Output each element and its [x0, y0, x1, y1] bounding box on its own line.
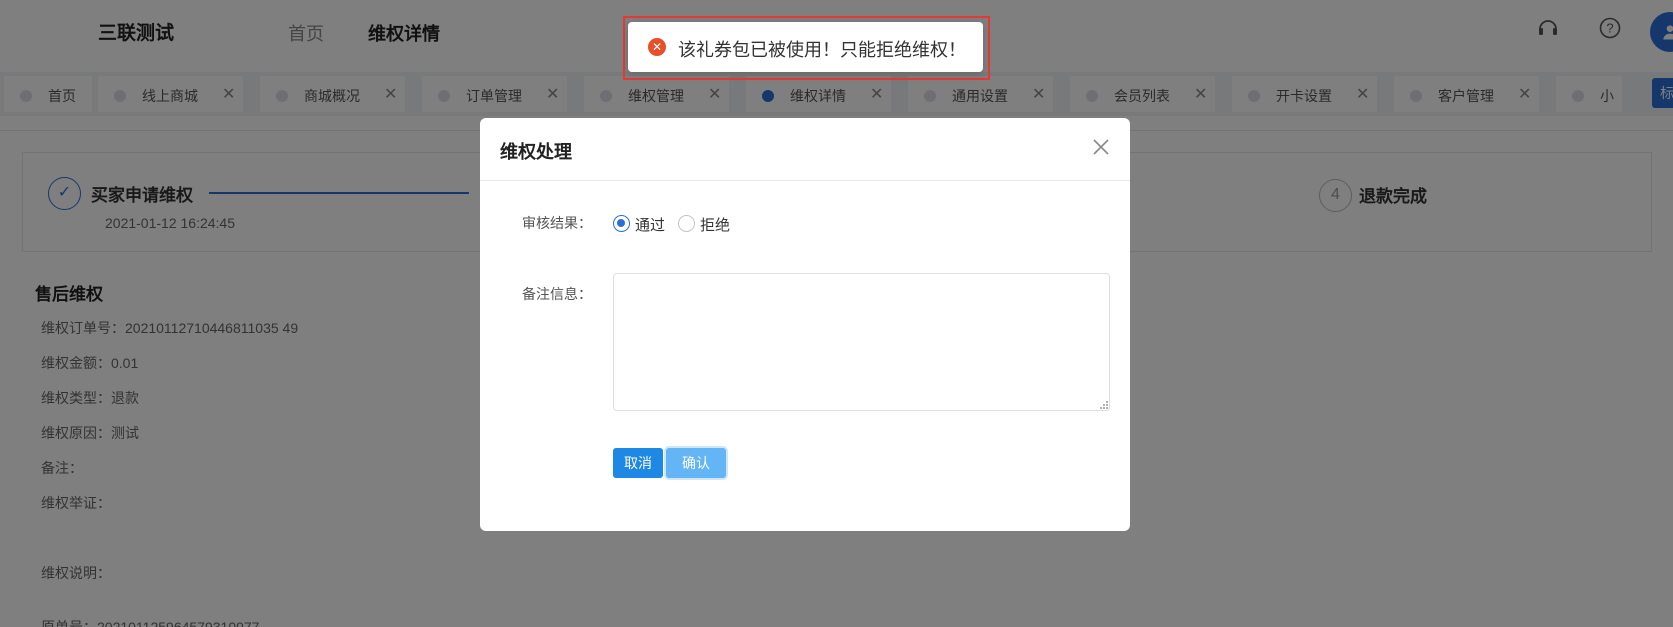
radio-reject-label[interactable]: 拒绝: [700, 214, 730, 235]
error-toast: ✕ 该礼券包已被使用！只能拒绝维权！: [628, 22, 983, 72]
remark-label: 备注信息：: [522, 286, 592, 302]
confirm-button[interactable]: 确认: [666, 448, 726, 478]
radio-reject[interactable]: [678, 215, 695, 232]
close-icon[interactable]: [1090, 136, 1112, 158]
cancel-button[interactable]: 取消: [613, 448, 663, 478]
dialog-header: 维权处理: [480, 118, 1130, 181]
dialog-title: 维权处理: [500, 142, 572, 162]
remark-textarea[interactable]: [613, 273, 1110, 411]
radio-approve-label[interactable]: 通过: [635, 214, 665, 235]
toast-message: 该礼券包已被使用！只能拒绝维权！: [678, 40, 966, 60]
resize-grip-icon[interactable]: [1099, 400, 1109, 410]
rights-dialog: 维权处理 审核结果： 通过 拒绝 备注信息： 取消 确认: [480, 118, 1130, 531]
result-label: 审核结果：: [522, 215, 592, 231]
radio-approve[interactable]: [613, 215, 630, 232]
error-icon: ✕: [648, 38, 666, 56]
